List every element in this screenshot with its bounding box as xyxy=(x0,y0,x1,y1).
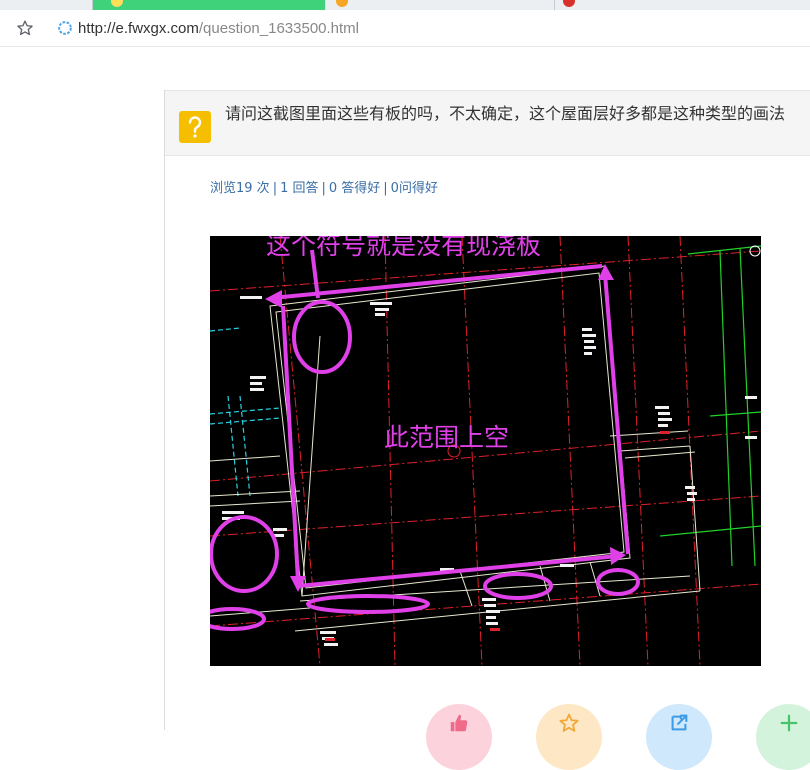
browser-tab[interactable] xyxy=(326,0,555,10)
browser-tab[interactable] xyxy=(0,0,93,10)
annotation-top-note: 这个符号就是没有现浇板 xyxy=(266,236,541,260)
question-header: 请问这截图里面这些有板的吗，不太确定，这个屋面层好多都是这种类型的画法 xyxy=(165,90,810,156)
star-icon xyxy=(559,713,579,732)
bookmark-star-icon[interactable] xyxy=(12,15,38,41)
answers-count[interactable]: 1 回答 xyxy=(280,181,318,196)
cad-red-label-marks xyxy=(325,431,670,641)
question-mark-icon xyxy=(179,111,211,143)
address-bar[interactable]: http://e.fwxgx.com/question_1633500.html xyxy=(56,17,359,39)
annotation-center-note: 此范围上空 xyxy=(384,423,509,452)
add-button[interactable] xyxy=(756,704,810,770)
question-stats: 浏览19 次 | 1 回答 | 0 答得好 | 0问得好 xyxy=(210,177,438,196)
green-lines xyxy=(659,245,761,567)
url-path: /question_1633500.html xyxy=(198,19,360,37)
tab-favicon-icon xyxy=(336,0,348,7)
browser-tab-active[interactable] xyxy=(93,0,325,10)
browser-tab-strip xyxy=(0,0,810,10)
question-title: 请问这截图里面这些有板的吗，不太确定，这个屋面层好多都是这种类型的画法 xyxy=(225,104,786,123)
tab-favicon-icon xyxy=(111,0,123,7)
add-icon xyxy=(780,714,798,732)
thumbs-up-icon xyxy=(450,714,468,732)
cad-drawing-svg: 这个符号就是没有现浇板 此范围上空 xyxy=(210,236,761,666)
browser-toolbar: http://e.fwxgx.com/question_1633500.html xyxy=(0,10,810,47)
tab-favicon-icon xyxy=(563,0,575,7)
site-info-icon[interactable] xyxy=(56,19,74,37)
share-icon xyxy=(671,714,688,731)
favorite-button[interactable] xyxy=(536,704,602,770)
good-answers-count[interactable]: 0 答得好 xyxy=(329,181,380,196)
like-button[interactable] xyxy=(426,704,492,770)
browser-tab[interactable] xyxy=(555,0,810,10)
cad-drawing-image: 这个符号就是没有现浇板 此范围上空 xyxy=(210,236,761,666)
stats-separator: | xyxy=(321,181,326,196)
url-host: http://e.fwxgx.com xyxy=(78,19,199,37)
share-button[interactable] xyxy=(646,704,712,770)
stats-separator: | xyxy=(272,181,278,196)
good-questions-count[interactable]: 0问得好 xyxy=(391,181,438,196)
cyan-lines xyxy=(210,327,281,497)
content-divider xyxy=(164,90,165,730)
stats-separator: | xyxy=(383,181,388,196)
views-count[interactable]: 浏览19 次 xyxy=(210,181,270,196)
